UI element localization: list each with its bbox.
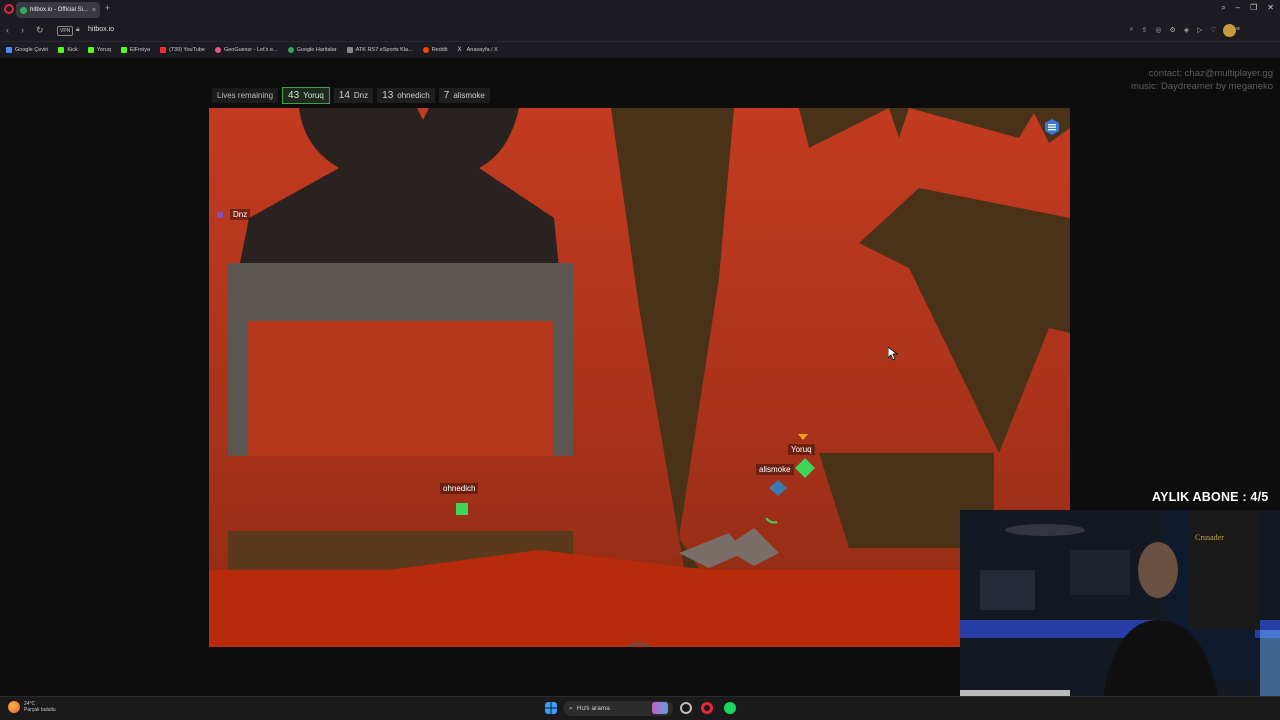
close-window-icon[interactable]: ✕ [1267,3,1274,13]
bookmark-item[interactable]: Reddit [422,47,448,53]
subscriber-goal-banner: AYLIK ABONE : 4/5 [1152,490,1269,504]
player-dnz-marker [217,212,223,218]
game-menu-icon[interactable] [1044,119,1060,135]
webcam-scene: Crusader [960,510,1280,720]
widget-icon[interactable] [652,702,668,714]
search-placeholder: Hızlı arama [576,705,610,712]
settings-icon[interactable] [680,702,692,714]
contact-text[interactable]: contact: chaz@multiplayer.gg [1131,67,1273,80]
music-text: music: Daydreamer by meganeko [1130,81,1273,92]
heart-icon[interactable]: ♡ [1211,26,1217,34]
weather-icon [8,701,20,713]
x-icon: X [457,47,462,53]
frame-inner [248,321,553,456]
bookmark-item[interactable]: GeoGuessr - Let's e... [214,47,278,53]
close-tab-icon[interactable]: × [92,7,96,14]
lives-remaining-bar: Lives remaining 43 Yoruq 14 Dnz 13 ohnedich… [212,86,490,104]
profile-avatar[interactable] [1223,24,1236,37]
mouse-cursor-icon [888,347,898,361]
svg-text:Crusader: Crusader [1195,533,1224,542]
windows-start-icon[interactable] [545,702,557,714]
bookmark-item[interactable]: (739) YouTube [160,47,205,53]
lives-chip: 14 Dnz [333,87,374,103]
lives-chip: 13 ohnedich [377,87,435,103]
camera-icon[interactable]: ◎ [1155,26,1161,34]
frame-cut [228,263,248,456]
nametag-ohnedich: ohnedich [440,483,479,494]
vpn-badge[interactable]: VPN [57,26,74,36]
nav-buttons: ‹ › ↻ [6,25,44,36]
tab-hitbox[interactable]: hitbox.io - Official Si… × [16,2,100,18]
lives-chip: 7 alismoke [438,87,490,103]
nametag-yoruq: Yoruq [788,444,815,455]
play-icon[interactable]: ▷ [1197,26,1202,34]
back-icon[interactable]: ‹ [6,25,9,36]
search-icon: ⌕ [569,704,573,712]
credits: contact: chaz@multiplayer.gg music: Dayd… [1131,67,1273,93]
weather-widget[interactable]: 24°C Parçalı bulutlu [8,701,56,713]
weather-desc: Parçalı bulutlu [24,707,56,713]
game-scene [209,108,1070,647]
minimize-icon[interactable]: – [1236,3,1240,13]
spotify-icon[interactable] [724,702,736,714]
kick-icon [87,47,94,53]
extensions-icon[interactable]: ⚙ [1169,26,1175,34]
bookmarks-bar: Google Çeviri Kick Yoruq ElFreiya (739) … [0,42,1280,58]
webcam-overlay: Crusader [960,510,1280,720]
youtube-icon [160,47,167,53]
atk-icon [346,47,353,53]
kick-icon [120,47,127,53]
zoom-icon[interactable]: ⌕ [1130,26,1134,34]
windows-taskbar: 24°C Parçalı bulutlu ⌕ Hızlı arama [0,696,1280,720]
bookmark-item[interactable]: ElFreiya [120,47,150,53]
url-field[interactable]: hitbox.io [88,26,114,33]
reload-icon[interactable]: ↻ [36,25,44,36]
kick-icon [58,47,65,53]
nametag-dnz: Dnz [230,209,251,220]
reddit-icon [422,47,429,53]
hitbox-favicon-icon [20,6,27,14]
share-icon[interactable]: ⇪ [1141,26,1147,34]
google-translate-icon [6,47,12,53]
geoguessr-icon [214,47,221,53]
opera-taskbar-icon[interactable] [701,702,713,714]
bookmark-item[interactable]: Yoruq [87,47,111,53]
nametag-alismoke: alismoke [756,464,794,475]
lives-label: Lives remaining [212,87,279,103]
maximize-icon[interactable]: ❐ [1250,3,1257,13]
window-controls: ⌕ – ❐ ✕ [1221,3,1274,13]
address-bar: ‹ › ↻ VPN 🔒︎ hitbox.io ⌕ ⇪ ◎ ⚙ ◈ ▷ ♡ ⤓ ≡ [0,20,1280,42]
bookmark-item[interactable]: Kick [58,47,78,53]
lock-icon[interactable]: 🔒︎ [76,26,80,34]
google-maps-icon [287,47,294,53]
bookmark-item[interactable]: Google Çeviri [6,47,48,53]
bookmark-item[interactable]: X Anasayfa / X [458,47,498,53]
bookmark-item[interactable]: ATK RS7 eSports Kla... [346,47,413,53]
browser-tab-bar: hitbox.io - Official Si… × + ⌕ – ❐ ✕ [0,0,1280,20]
player-ohnedich [456,503,468,515]
tab-title: hitbox.io - Official Si… [30,7,89,13]
adblock-icon[interactable]: ◈ [1184,26,1189,34]
search-tabs-icon[interactable]: ⌕ [1221,3,1225,13]
bookmark-item[interactable]: Google Haritalar [287,47,337,53]
new-tab-icon[interactable]: + [105,3,110,13]
game-canvas[interactable]: Dnz ohnedich Yoruq alismoke [209,108,1070,647]
forward-icon[interactable]: › [21,25,24,36]
menu-icon[interactable]: ≡ [1236,26,1240,34]
lives-chip: 43 Yoruq [282,86,330,104]
opera-logo-icon[interactable] [4,4,14,14]
